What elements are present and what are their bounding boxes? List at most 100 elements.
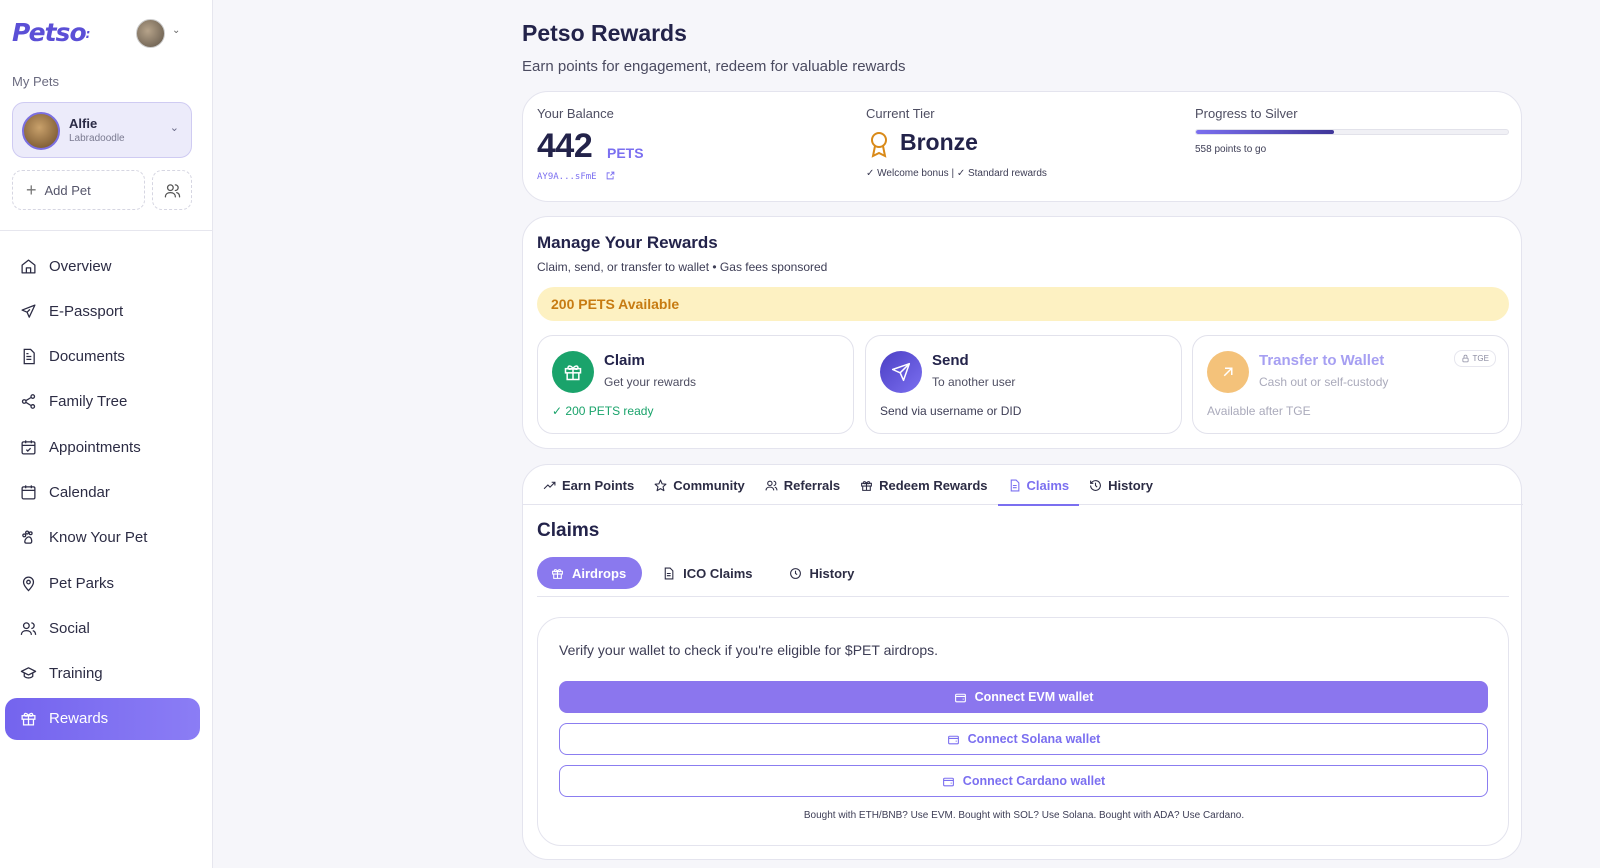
progress-bar [1195, 129, 1509, 135]
tab-claims[interactable]: Claims [997, 465, 1080, 506]
sidebar-item-family-tree[interactable]: Family Tree [5, 381, 200, 423]
connect-solana-button[interactable]: Connect Solana wallet [559, 723, 1488, 755]
document-icon [23, 348, 35, 365]
document-icon [1010, 479, 1019, 491]
claim-subtitle: Get your rewards [604, 375, 697, 389]
plane-icon [21, 304, 36, 318]
users-icon [20, 622, 37, 635]
claim-status: ✓ 200 PETS ready [552, 404, 654, 418]
sidebar-item-overview[interactable]: Overview [5, 245, 200, 287]
transfer-action-card: Transfer to Wallet Cash out or self-cust… [1192, 335, 1509, 434]
tab-label: Redeem Rewards [879, 477, 988, 493]
plus-icon: + [26, 180, 37, 200]
claim-title: Claim [604, 352, 645, 369]
transfer-subtitle: Cash out or self-custody [1259, 375, 1389, 389]
add-pet-button[interactable]: + Add Pet [12, 170, 145, 210]
tab-community[interactable]: Community [644, 465, 755, 505]
chevron-down-icon: ⌄ [169, 122, 179, 134]
tab-earn-points[interactable]: Earn Points [533, 465, 644, 505]
clock-icon [789, 567, 801, 579]
button-label: Connect EVM wallet [974, 690, 1094, 704]
send-icon [880, 351, 922, 393]
tab-redeem-rewards[interactable]: Redeem Rewards [850, 465, 997, 505]
send-action-card[interactable]: Send To another user Send via username o… [865, 335, 1182, 434]
tge-badge: TGE [1453, 350, 1496, 367]
transfer-title: Transfer to Wallet [1259, 352, 1385, 369]
tab-label: Claims [1026, 477, 1070, 493]
subtab-label: ICO Claims [683, 565, 753, 581]
tab-label: Referrals [783, 477, 841, 493]
connect-evm-button[interactable]: Connect EVM wallet [559, 681, 1488, 713]
pet-breed: Labradoodle [69, 133, 125, 144]
chevron-down-icon[interactable]: ⌄ [172, 25, 180, 36]
claims-title: Claims [537, 520, 600, 541]
tier-name: Bronze [900, 129, 978, 155]
verify-text: Verify your wallet to check if you're el… [559, 642, 939, 658]
sidebar-item-documents[interactable]: Documents [5, 336, 200, 378]
sidebar-item-calendar[interactable]: Calendar [5, 471, 200, 513]
manage-subtitle: Claim, send, or transfer to wallet • Gas… [537, 260, 828, 274]
manage-people-button[interactable] [152, 170, 192, 210]
sidebar-item-label: Training [49, 665, 103, 683]
tab-label: Community [673, 477, 745, 493]
manage-title: Manage Your Rewards [537, 233, 718, 252]
progress-label: Progress to Silver [1195, 106, 1298, 121]
tab-referrals[interactable]: Referrals [755, 465, 850, 505]
tge-label: TGE [1472, 354, 1489, 363]
divider [0, 230, 213, 231]
wallet-icon [954, 693, 966, 702]
progress-fill [1196, 130, 1334, 134]
sidebar-item-label: Social [49, 619, 90, 637]
manage-rewards-card: Manage Your Rewards Claim, send, or tran… [522, 216, 1522, 449]
rewards-tabs: Earn Points Community Referrals Redeem R… [523, 465, 1523, 506]
send-title: Send [932, 352, 969, 369]
sidebar-item-label: Overview [49, 257, 112, 275]
sidebar-item-pet-parks[interactable]: Pet Parks [5, 562, 200, 604]
home-icon [21, 258, 36, 274]
send-footer: Send via username or DID [880, 404, 1022, 418]
send-subtitle: To another user [932, 375, 1016, 389]
sidebar-item-label: Documents [49, 348, 125, 366]
page-title: Petso Rewards [522, 20, 687, 46]
sidebar-item-appointments[interactable]: Appointments [5, 426, 200, 468]
lock-icon [1462, 354, 1469, 363]
subtab-ico-claims[interactable]: ICO Claims [648, 557, 768, 589]
document-icon [664, 567, 674, 579]
sidebar: Petso: ⌄ My Pets Alfie Labradoodle ⌄ + A… [0, 0, 213, 868]
wallet-address: AY9A...sFmE [537, 172, 597, 182]
my-pets-label: My Pets [12, 74, 59, 89]
users-icon [765, 480, 778, 490]
calendar-icon [21, 485, 36, 500]
sidebar-item-e-passport[interactable]: E-Passport [5, 290, 200, 332]
sidebar-item-training[interactable]: Training [5, 653, 200, 695]
sidebar-item-label: E-Passport [49, 302, 124, 320]
sidebar-item-know-your-pet[interactable]: Know Your Pet [5, 517, 200, 559]
paw-icon [22, 530, 33, 545]
history-icon [1090, 479, 1102, 491]
pet-avatar [22, 112, 60, 150]
sidebar-item-social[interactable]: Social [5, 607, 200, 649]
user-avatar[interactable] [136, 19, 165, 48]
subtab-airdrops[interactable]: Airdrops [537, 557, 643, 589]
award-icon [871, 132, 887, 158]
subtab-label: History [809, 565, 855, 581]
pet-selector[interactable]: Alfie Labradoodle ⌄ [12, 102, 192, 158]
graduation-cap-icon [20, 667, 37, 679]
balance-card: Your Balance 442 PETS AY9A...sFmE Curren… [522, 91, 1522, 202]
logo[interactable]: Petso: [12, 18, 90, 47]
sidebar-item-label: Rewards [49, 710, 109, 728]
subtab-history[interactable]: History [775, 557, 871, 589]
tab-label: Earn Points [562, 477, 635, 493]
tab-history[interactable]: History [1079, 465, 1163, 505]
balance-unit: PETS [607, 145, 644, 161]
claim-action-card[interactable]: Claim Get your rewards ✓ 200 PETS ready [537, 335, 854, 434]
connect-cardano-button[interactable]: Connect Cardano wallet [559, 765, 1488, 797]
balance-amount: 442 [537, 127, 593, 165]
logo-text: Petso [12, 18, 87, 47]
transfer-footer: Available after TGE [1207, 404, 1311, 418]
wallet-address-link[interactable]: AY9A...sFmE [537, 171, 615, 182]
gift-icon [552, 351, 594, 393]
button-label: Connect Solana wallet [967, 732, 1101, 746]
sidebar-item-rewards[interactable]: Rewards [5, 697, 200, 740]
tier-perks: ✓ Welcome bonus | ✓ Standard rewards [866, 168, 1047, 179]
